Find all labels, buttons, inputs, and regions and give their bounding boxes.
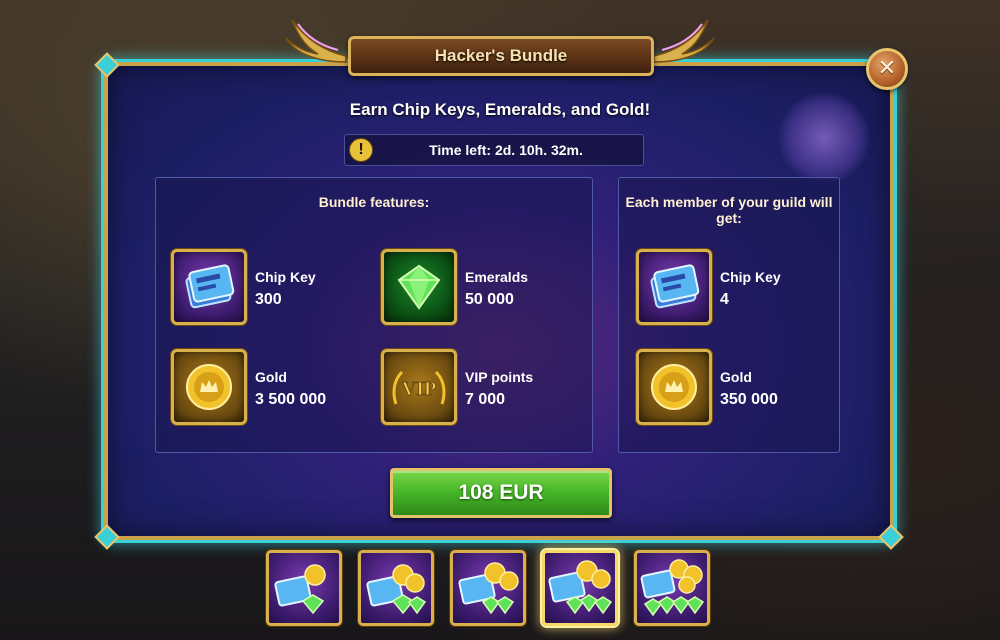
dialog-title: Hacker's Bundle bbox=[434, 46, 568, 65]
vip-icon[interactable]: VIP bbox=[381, 349, 457, 425]
feature-item-vip: VIP VIP points 7 000 bbox=[381, 349, 591, 427]
chip-key-icon[interactable] bbox=[636, 249, 712, 325]
feature-value: 300 bbox=[255, 291, 282, 308]
bundle-tier-tab-1[interactable] bbox=[266, 550, 342, 626]
svg-text:VIP: VIP bbox=[402, 378, 436, 400]
guild-title: Each member of your guild will get: bbox=[625, 194, 833, 226]
feature-item-chip-key: Chip Key 300 bbox=[171, 249, 381, 327]
feature-item-emeralds: Emeralds 50 000 bbox=[381, 249, 591, 327]
feature-label: Emeralds bbox=[465, 269, 529, 285]
guild-value: 4 bbox=[720, 291, 729, 308]
bundle-tier-tab-3[interactable] bbox=[450, 550, 526, 626]
bundle-rewards-icon bbox=[274, 564, 326, 615]
emerald-icon[interactable] bbox=[381, 249, 457, 325]
feature-value: 50 000 bbox=[465, 291, 514, 308]
title-banner: Hacker's Bundle bbox=[348, 36, 654, 76]
feature-label: Gold bbox=[255, 369, 287, 385]
bundle-tier-tab-2[interactable] bbox=[358, 550, 434, 626]
bundle-rewards-icon bbox=[458, 562, 519, 615]
wing-ornament-right bbox=[653, 19, 715, 63]
timer-text: Time left: 2d. 10h. 32m. bbox=[429, 142, 583, 158]
features-title: Bundle features: bbox=[318, 194, 430, 210]
feature-label: VIP points bbox=[465, 369, 534, 385]
bundle-tier-tab-4[interactable] bbox=[542, 550, 618, 626]
dialog-subtitle: Earn Chip Keys, Emeralds, and Gold! bbox=[349, 100, 651, 119]
bundle-rewards-icon bbox=[366, 564, 427, 615]
bundle-tier-tabs bbox=[266, 550, 716, 630]
bundle-rewards-icon bbox=[640, 559, 705, 617]
feature-value: 7 000 bbox=[465, 391, 506, 408]
wing-ornament-left bbox=[285, 19, 347, 63]
guild-item-chip-key: Chip Key 4 bbox=[636, 249, 846, 327]
bundle-tier-tab-5[interactable] bbox=[634, 550, 710, 626]
chip-key-icon[interactable] bbox=[171, 249, 247, 325]
guild-item-gold: Gold 350 000 bbox=[636, 349, 846, 427]
close-icon: ✕ bbox=[877, 56, 897, 81]
bundle-features-panel: Bundle features: Chip Key 300 Emeralds 5… bbox=[155, 177, 593, 453]
guild-value: 350 000 bbox=[720, 391, 778, 408]
bundle-rewards-icon bbox=[548, 560, 613, 615]
close-button[interactable]: ✕ bbox=[866, 48, 908, 90]
feature-value: 3 500 000 bbox=[255, 391, 327, 408]
guild-rewards-panel: Each member of your guild will get: Chip… bbox=[618, 177, 840, 453]
buy-button[interactable]: 108 EUR bbox=[390, 468, 612, 518]
feature-item-gold: Gold 3 500 000 bbox=[171, 349, 381, 427]
guild-label: Gold bbox=[720, 369, 752, 385]
timer-box: ! Time left: 2d. 10h. 32m. bbox=[344, 134, 644, 166]
feature-label: Chip Key bbox=[255, 269, 316, 285]
gold-coin-icon[interactable] bbox=[636, 349, 712, 425]
gold-coin-icon[interactable] bbox=[171, 349, 247, 425]
buy-price: 108 EUR bbox=[458, 481, 544, 504]
guild-label: Chip Key bbox=[720, 269, 781, 285]
